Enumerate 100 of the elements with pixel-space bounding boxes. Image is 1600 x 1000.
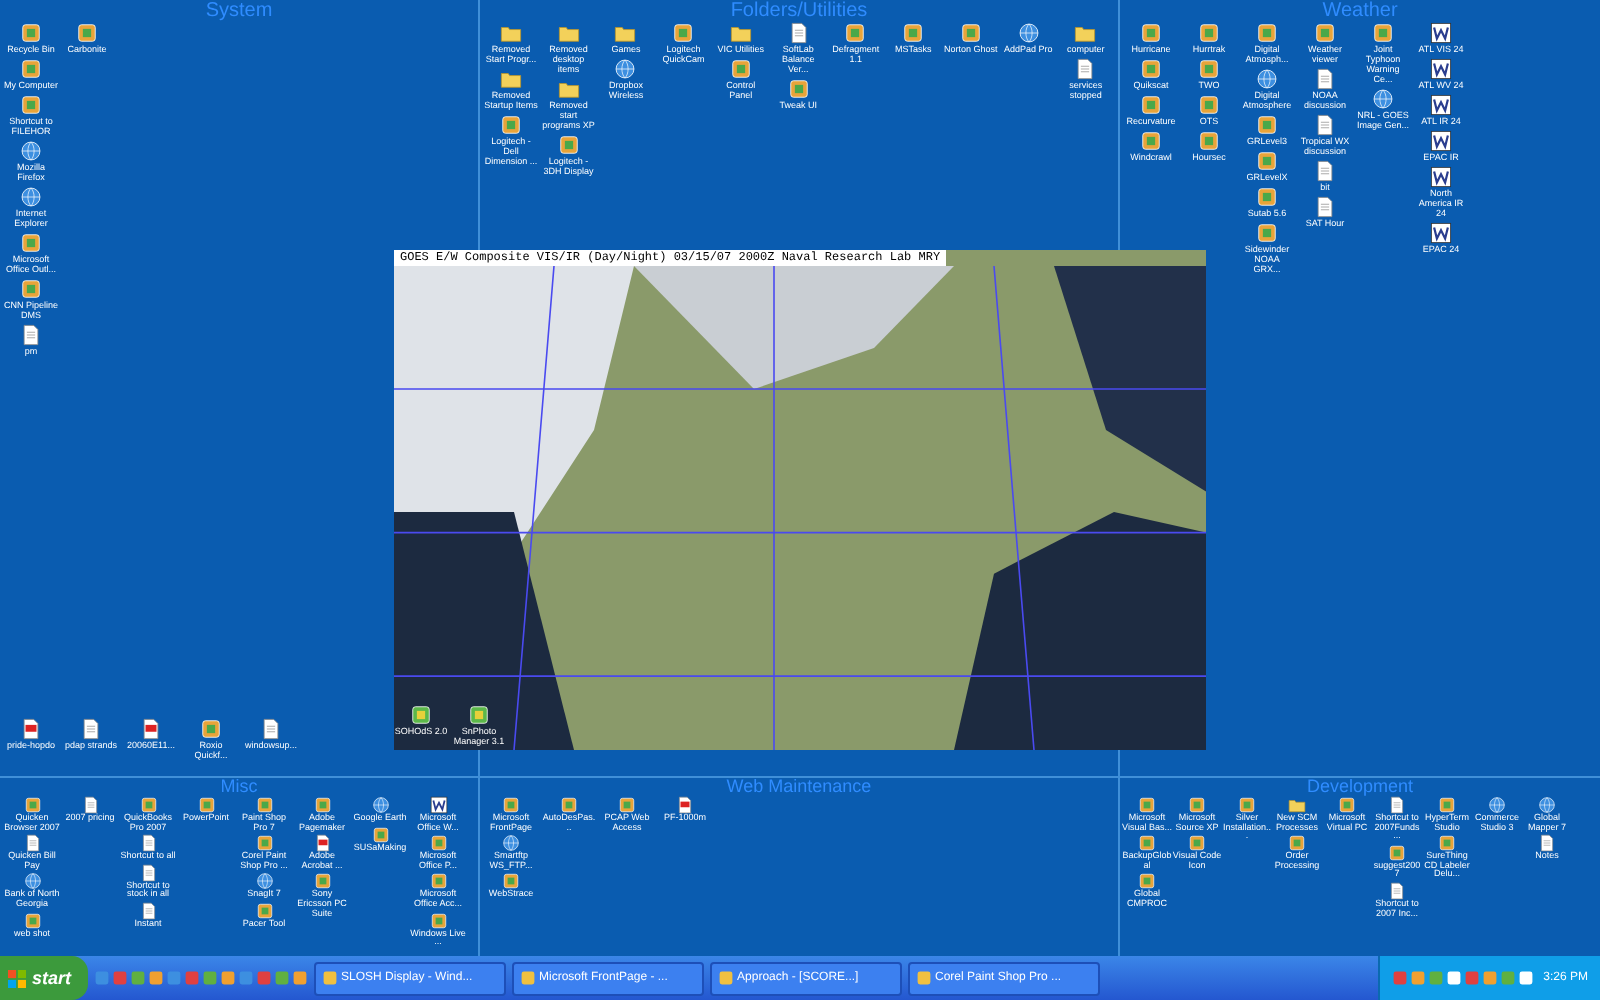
program-icon [313,796,331,814]
document-icon [1074,58,1097,80]
globe-icon [614,58,637,80]
program-icon [1338,796,1356,814]
document-icon [20,324,42,346]
program-icon [23,911,41,930]
program-icon [500,114,522,136]
document-icon [139,863,157,882]
program-icon [1188,834,1206,853]
folder-icon [1288,796,1306,814]
program-icon [76,22,98,44]
document-icon [1314,160,1336,182]
folder-icon [1074,22,1097,44]
program-icon [255,901,273,920]
windows-logo-icon [8,969,26,987]
program-icon [844,22,867,44]
program-icon [429,911,447,930]
folder-icon [557,78,580,100]
program-icon [1256,22,1278,44]
program-icon [557,134,580,156]
globe-icon [502,834,520,853]
document-icon [81,796,99,814]
folder-icon [614,22,637,44]
program-icon [1288,834,1306,853]
document-icon [1314,196,1336,218]
document-icon [1538,834,1556,853]
program-icon [787,78,810,100]
globe-icon [20,140,42,162]
section-title: System [203,0,275,22]
document-icon [139,834,157,853]
program-icon [519,970,536,986]
program-icon [1256,150,1278,172]
document-icon [1388,796,1406,814]
program-icon [502,872,520,891]
program-icon [1198,130,1220,152]
document-icon [23,834,41,853]
program-icon [902,22,925,44]
program-icon [410,704,432,726]
program-icon [729,58,752,80]
program-icon [915,970,932,986]
program-icon [313,872,331,891]
program-icon [560,796,578,814]
program-icon [1198,58,1220,80]
globe-icon [23,872,41,891]
program-icon [1140,58,1162,80]
word-document-icon [1430,22,1452,44]
word-document-icon [1430,94,1452,116]
word-document-icon [429,796,447,814]
section-title: Folders/Utilities [728,0,870,22]
globe-icon [1488,796,1506,814]
pdf-icon [20,718,42,740]
program-icon [717,970,734,986]
program-icon [1256,186,1278,208]
program-icon [255,834,273,853]
section-title: Development [1304,778,1416,796]
program-icon [23,796,41,814]
program-icon [959,22,982,44]
globe-icon [255,872,273,891]
program-icon [1438,796,1456,814]
globe-icon [1372,88,1394,110]
program-icon [1256,114,1278,136]
program-icon [1140,94,1162,116]
globe-icon [20,186,42,208]
program-icon [1372,22,1394,44]
folder-icon [729,22,752,44]
program-icon [1198,22,1220,44]
document-icon [260,718,282,740]
program-icon [20,232,42,254]
pdf-icon [140,718,162,740]
globe-icon [371,796,389,814]
document-icon [1314,68,1336,90]
program-icon [1188,796,1206,814]
folder-icon [557,22,580,44]
section-title: Misc [218,778,260,796]
program-icon [1238,796,1256,814]
folder-icon [500,22,522,44]
program-icon [20,22,42,44]
program-icon [672,22,695,44]
document-icon [1314,114,1336,136]
program-icon [468,704,490,726]
program-icon [618,796,636,814]
program-icon [200,718,222,740]
word-document-icon [1430,58,1452,80]
folder-icon [500,68,522,90]
word-document-icon [1430,130,1452,152]
program-icon [371,825,389,844]
program-icon [255,796,273,814]
program-icon [1138,796,1156,814]
program-icon [20,94,42,116]
program-icon [20,278,42,300]
program-icon [1198,94,1220,116]
program-icon [1438,834,1456,853]
program-icon [1140,130,1162,152]
section-title: Weather [1320,0,1400,22]
pdf-icon [676,796,694,814]
start-button[interactable]: start [0,956,88,1000]
word-document-icon [1430,222,1452,244]
program-icon [1388,843,1406,862]
program-icon [321,970,338,986]
document-icon [80,718,102,740]
